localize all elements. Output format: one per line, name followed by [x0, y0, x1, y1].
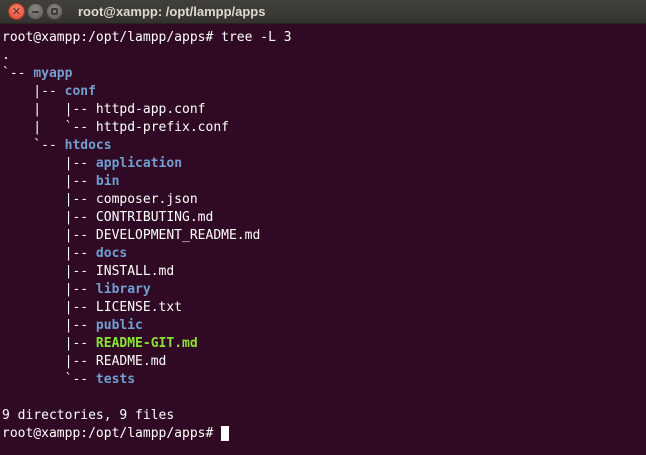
terminal-text: |-- DEVELOPMENT_README.md [2, 228, 260, 243]
terminal-text: |-- [2, 246, 96, 261]
terminal-text: library [96, 282, 151, 297]
terminal-text: . [2, 48, 10, 63]
terminal-text: |-- README.md [2, 354, 166, 369]
terminal-body[interactable]: root@xampp:/opt/lampp/apps# tree -L 3. `-… [0, 24, 646, 455]
terminal-text: |-- LICENSE.txt [2, 300, 182, 315]
terminal-line: `-- myapp [2, 65, 646, 83]
terminal-line: | `-- httpd-prefix.conf [2, 119, 646, 137]
terminal-line: |-- application [2, 155, 646, 173]
terminal-text: | |-- httpd-app.conf [2, 102, 206, 117]
terminal-text: |-- composer.json [2, 192, 198, 207]
terminal-line: | |-- httpd-app.conf [2, 101, 646, 119]
terminal-text: |-- CONTRIBUTING.md [2, 210, 213, 225]
terminal-text: |-- [2, 174, 96, 189]
terminal-window: ✕ root@xampp: /opt/lampp/apps root@xampp… [0, 0, 646, 455]
terminal-text: public [96, 318, 143, 333]
terminal-line: |-- CONTRIBUTING.md [2, 209, 646, 227]
terminal-text: docs [96, 246, 127, 261]
terminal-text: conf [65, 84, 96, 99]
terminal-line: |-- composer.json [2, 191, 646, 209]
close-button[interactable]: ✕ [8, 3, 25, 20]
terminal-text: |-- [2, 84, 65, 99]
terminal-text: `-- [2, 66, 33, 81]
terminal-line: `-- htdocs [2, 137, 646, 155]
terminal-text: |-- [2, 156, 96, 171]
terminal-line: root@xampp:/opt/lampp/apps# tree -L 3 [2, 29, 646, 47]
terminal-text: |-- [2, 318, 96, 333]
terminal-line: root@xampp:/opt/lampp/apps# [2, 425, 646, 443]
minimize-icon [32, 11, 39, 13]
terminal-text: htdocs [65, 138, 112, 153]
maximize-button[interactable] [46, 3, 63, 20]
terminal-text: |-- [2, 282, 96, 297]
terminal-line: |-- INSTALL.md [2, 263, 646, 281]
terminal-line: |-- DEVELOPMENT_README.md [2, 227, 646, 245]
terminal-line: |-- public [2, 317, 646, 335]
terminal-line: |-- README.md [2, 353, 646, 371]
screen: { "window": { "title": "root@xampp: /opt… [0, 0, 646, 455]
terminal-text: README-GIT.md [96, 336, 198, 351]
terminal-text: root@xampp:/opt/lampp/apps# tree -L 3 [2, 30, 292, 45]
terminal-text: myapp [33, 66, 72, 81]
terminal-text: `-- [2, 138, 65, 153]
maximize-icon [51, 8, 58, 15]
terminal-cursor [221, 426, 229, 441]
terminal-line: . [2, 47, 646, 65]
terminal-line: |-- docs [2, 245, 646, 263]
close-icon: ✕ [12, 6, 21, 17]
terminal-line: `-- tests [2, 371, 646, 389]
terminal-line: |-- library [2, 281, 646, 299]
terminal-line [2, 389, 646, 407]
terminal-line: 9 directories, 9 files [2, 407, 646, 425]
terminal-line: |-- conf [2, 83, 646, 101]
terminal-text: bin [96, 174, 119, 189]
terminal-text: `-- [2, 372, 96, 387]
terminal-line: |-- LICENSE.txt [2, 299, 646, 317]
titlebar[interactable]: ✕ root@xampp: /opt/lampp/apps [0, 0, 646, 24]
terminal-text: |-- [2, 336, 96, 351]
terminal-text: tests [96, 372, 135, 387]
terminal-text: |-- INSTALL.md [2, 264, 174, 279]
minimize-button[interactable] [27, 3, 44, 20]
terminal-text: | `-- httpd-prefix.conf [2, 120, 229, 135]
terminal-text: 9 directories, 9 files [2, 408, 174, 423]
terminal-line: |-- bin [2, 173, 646, 191]
terminal-line: |-- README-GIT.md [2, 335, 646, 353]
terminal-text: application [96, 156, 182, 171]
terminal-text: root@xampp:/opt/lampp/apps# [2, 426, 221, 441]
window-title: root@xampp: /opt/lampp/apps [78, 4, 265, 19]
